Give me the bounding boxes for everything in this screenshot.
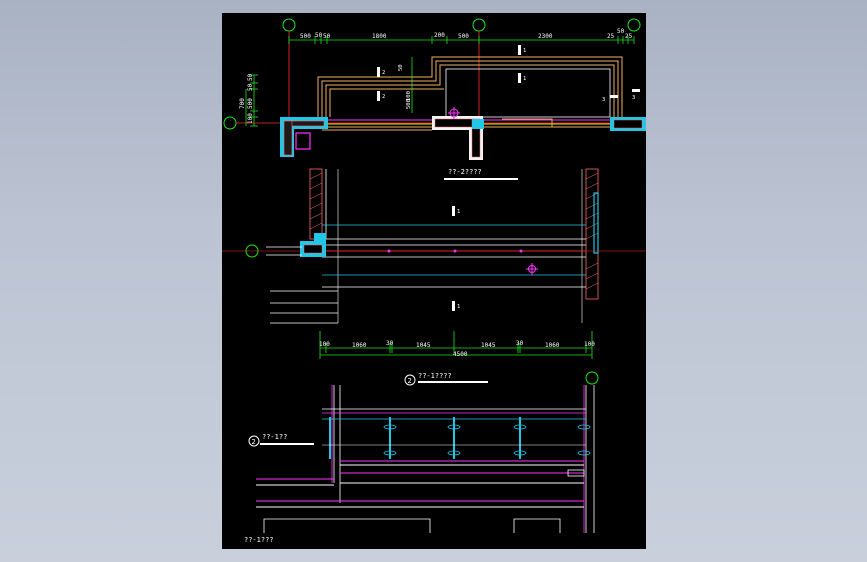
dim-bottom-5: 30 [516,340,524,347]
tag-plan-1: 2 [382,94,385,100]
section-tags-section: 1 1 [452,206,460,311]
dim-bottom-1: 1060 [352,342,367,349]
tag-plan-4: 3 [602,97,605,103]
elevation-view: 2 ??-1?? ??-1??? [244,385,595,544]
plan-handrail-outline [317,56,623,117]
section-callout-number: 2 [408,377,412,385]
elevation-posts-magenta [331,385,585,533]
dim-top-4: 200 [434,32,445,39]
dim-left-4: 700 [239,98,246,109]
cad-drawing: 500 50 50 1800 200 500 2300 25 50 25 50 … [222,18,646,544]
section-left-stub [266,246,338,324]
elevation-clamps [383,424,591,456]
dim-top-1: 50 [315,32,323,39]
elevation-slab [256,460,584,508]
dim-bottom-2: 30 [386,340,394,347]
dim-bottom-3: 1045 [416,342,431,349]
dim-top-5: 500 [458,33,469,40]
dim-bottom-0: 100 [319,341,330,348]
grid-bubble-left[interactable] [223,116,237,130]
dim-bottom-4: 1045 [481,342,496,349]
dim-inner-2: 50 [398,64,404,71]
dim-left-0: 50 [247,73,254,81]
grid-bubble-b[interactable] [472,18,486,32]
dim-left-2: 500 [247,98,254,109]
dim-top-0: 500 [300,33,311,40]
tag-section-1: 1 [457,304,460,310]
section-tags-plan: 2 2 1 1 3 3 [377,45,640,103]
dim-top-9: 25 [625,33,633,40]
dim-total: 4500 [453,351,468,358]
column-center[interactable] [432,116,484,160]
grid-bubble-a[interactable] [282,18,296,32]
plan-view: 500 50 50 1800 200 500 2300 25 50 25 50 … [223,18,646,180]
elevation-bottom-label: ??-1??? [244,536,274,544]
dim-top-7: 25 [607,33,615,40]
column-left[interactable] [280,117,328,157]
dim-bottom-7: 100 [584,341,595,348]
dim-top-3: 1800 [372,33,387,40]
tag-plan-5: 3 [632,95,635,101]
dim-top-2: 50 [323,33,331,40]
grid-bubble-c[interactable] [627,18,641,32]
tag-section-0: 1 [457,209,460,215]
elevation-callout-label: ??-1?? [262,433,287,441]
section-view: 1 1 100 1060 30 1045 1045 30 1060 100 45… [222,168,646,386]
elevation-posts [333,385,595,533]
elevation-balusters [329,417,521,459]
dim-inner-1: 500 [406,99,412,109]
plan-title: ??-2???? [448,168,482,176]
grid-bubble-section-right[interactable] [585,371,599,385]
tag-plan-2: 1 [523,48,526,54]
elevation-base [263,518,561,533]
dim-top-8: 50 [617,28,625,35]
dim-top-6: 2300 [538,33,553,40]
dim-left-3: 100 [247,113,254,124]
column-right[interactable] [610,117,646,131]
cad-viewport[interactable]: 500 50 50 1800 200 500 2300 25 50 25 50 … [222,13,646,549]
tag-plan-0: 2 [382,70,385,76]
section-title: ??-1???? [418,372,452,380]
tag-plan-3: 1 [523,76,526,82]
dim-bottom-6: 1060 [545,342,560,349]
dim-left-1: 50 [247,83,254,91]
plan-white-outline [445,68,611,118]
section-beam [322,224,586,288]
elevation-callout-number: 2 [252,438,256,446]
section-center-mark [526,263,538,275]
